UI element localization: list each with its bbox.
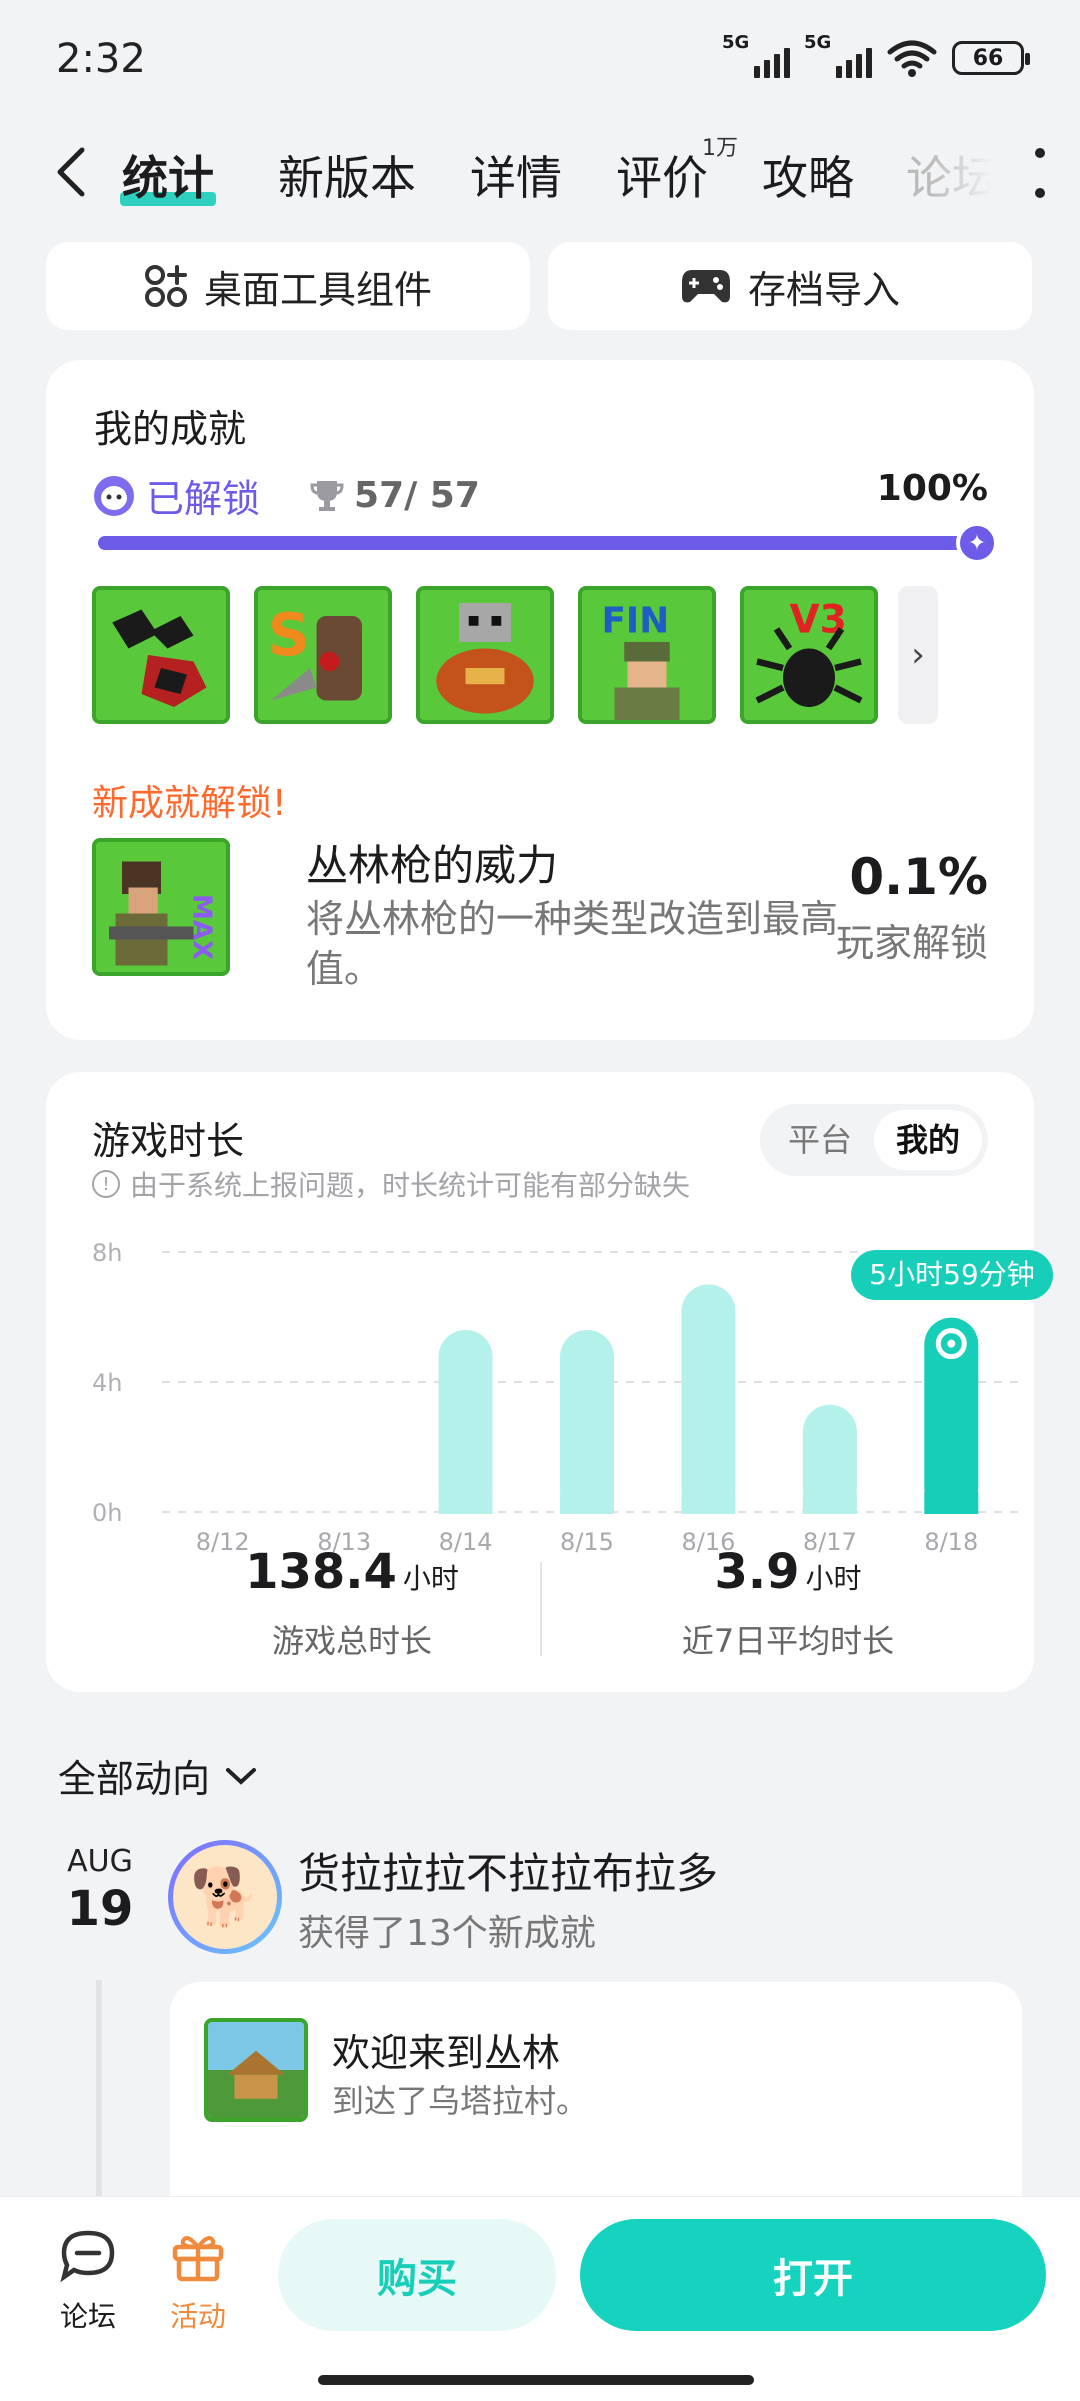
feed-date: AUG 19 [66, 1844, 134, 1937]
chart-bar-base [438, 1492, 493, 1514]
status-time: 2:32 [56, 36, 146, 82]
playtime-note: ! 由于系统上报问题，时长统计可能有部分缺失 [92, 1164, 690, 1204]
signal-icon: 5G [722, 32, 790, 78]
tab-reviews[interactable]: 评价 1万 [616, 136, 738, 208]
reviews-count-badge: 1万 [702, 136, 738, 161]
trophy-icon [310, 480, 344, 511]
status-icons: 5G 5G 66 [722, 32, 1030, 78]
achievement-thumb-scorpion[interactable] [92, 586, 230, 724]
bottom-action-bar: 论坛 活动 购买 打开 [0, 2196, 1080, 2401]
new-achievement-name: 丛林枪的威力 [306, 841, 559, 890]
home-indicator [318, 2375, 754, 2385]
achievement-percent: 100% [876, 468, 988, 509]
gift-icon [172, 2236, 224, 2282]
tab-details[interactable]: 详情 [470, 142, 562, 208]
chevron-down-icon [226, 1767, 257, 1785]
achievement-thumb-golem[interactable] [416, 586, 554, 724]
wifi-icon [887, 40, 937, 77]
battery-icon: 66 [952, 41, 1030, 75]
save-import-button[interactable]: 存档导入 [548, 242, 1032, 330]
status-bar: 2:32 5G 5G 66 [0, 0, 1080, 120]
y-tick-label: 8h [92, 1239, 122, 1267]
chart-bar-base [681, 1492, 736, 1514]
unlocked-mascot-icon [94, 475, 134, 516]
y-tick-label: 0h [92, 1499, 122, 1527]
playtime-title: 游戏时长 [92, 1119, 245, 1163]
open-button[interactable]: 打开 [580, 2219, 1046, 2331]
more-vertical-icon[interactable] [1030, 148, 1050, 198]
feed-username[interactable]: 货拉拉拉不拉拉布拉多 [298, 1840, 718, 1901]
avg-playtime-label: 近7日平均时长 [681, 1622, 895, 1660]
toggle-mine[interactable]: 我的 [873, 1110, 982, 1170]
progress-fill [98, 536, 982, 550]
avg-playtime: 3.9 小时 近7日平均时长 [588, 1544, 988, 1662]
signal-icon: 5G [804, 32, 872, 78]
chart-bar[interactable] [560, 1330, 614, 1514]
tab-header: 统计 新版本 详情 评价 1万 攻略 论坛 [0, 120, 1080, 232]
svg-text:FIN: FIN [602, 600, 670, 641]
forum-nav-button[interactable]: 论坛 [48, 2227, 128, 2335]
tab-guides[interactable]: 攻略 [762, 142, 854, 208]
info-icon: ! [92, 1170, 120, 1198]
svg-text:MAX: MAX [187, 894, 217, 960]
achievement-thumbs: S FIN V3 › [92, 586, 938, 724]
feed-filter-dropdown[interactable]: 全部动向 [58, 1748, 258, 1803]
avatar[interactable]: 🐕 [168, 1840, 282, 1954]
new-achievement-desc: 将丛林枪的一种类型改造到最高值。 [306, 897, 839, 991]
unlock-rate: 0.1% [849, 848, 988, 906]
achievement-thumb-v3-beetle[interactable]: V3 [740, 586, 878, 724]
forum-chat-icon [60, 2230, 115, 2283]
chevron-right-icon[interactable]: › [898, 586, 938, 724]
toggle-platform[interactable]: 平台 [766, 1110, 874, 1170]
avg-playtime-value: 3.9 [714, 1544, 800, 1600]
new-achievement-item[interactable]: MAX 丛林枪的威力 将丛林枪的一种类型改造到最高值。 0.1% 玩家解锁 [92, 838, 988, 991]
achievements-card[interactable]: 我的成就 已解锁 57/ 57 100% ✦ S FIN V3 › 新成就解锁!… [46, 360, 1034, 1040]
y-tick-label: 4h [92, 1369, 122, 1397]
unlocked-label: 已解锁 [146, 477, 261, 521]
shiba-avatar-icon: 🐕 [173, 1845, 277, 1949]
buy-button[interactable]: 购买 [278, 2219, 556, 2331]
playtime-toggle: 平台 我的 [759, 1104, 988, 1176]
achievement-thumb-fin[interactable]: FIN [578, 586, 716, 724]
total-playtime-value: 138.4 [245, 1544, 397, 1600]
feed-achievement-title: 欢迎来到丛林 [332, 2031, 561, 2075]
svg-text:S: S [268, 601, 310, 669]
activity-nav-button[interactable]: 活动 [158, 2227, 238, 2335]
back-arrow-icon[interactable] [44, 142, 104, 202]
feed-summary: 获得了13个新成就 [298, 1913, 596, 1954]
desktop-widget-button[interactable]: 桌面工具组件 [46, 242, 530, 330]
tab-stats[interactable]: 统计 [120, 142, 216, 208]
gamepad-icon [681, 270, 730, 303]
achievement-thumb-s-rank[interactable]: S [254, 586, 392, 724]
feed-achievement-thumb [204, 2018, 308, 2122]
achievement-count: 57/ 57 [354, 475, 480, 516]
new-achievement-thumb: MAX [92, 838, 230, 976]
new-achievement-label: 新成就解锁! [92, 783, 287, 824]
total-playtime-label: 游戏总时长 [271, 1622, 432, 1660]
chart-bar-base [560, 1492, 614, 1514]
achievement-progress-bar: ✦ [98, 522, 998, 564]
highlight-dot-center [947, 1339, 956, 1348]
tab-new-version[interactable]: 新版本 [278, 142, 416, 208]
feed-achievement-desc: 到达了乌塔拉村。 [332, 2082, 589, 2120]
timeline-line [96, 1980, 102, 2200]
chart-tooltip: 5小时59分钟 [851, 1249, 1053, 1300]
chart-bar-base [924, 1492, 979, 1514]
chart-bar[interactable] [438, 1330, 493, 1514]
sparkle-icon: ✦ [956, 522, 998, 564]
total-playtime: 138.4 小时 游戏总时长 [152, 1544, 552, 1662]
playtime-card: 游戏时长 ! 由于系统上报问题，时长统计可能有部分缺失 平台 我的 0h 4h 8h… [46, 1072, 1053, 1692]
unlock-rate-label: 玩家解锁 [835, 921, 988, 965]
chart-bar-base [802, 1492, 857, 1514]
widget-grid-icon [144, 265, 187, 307]
chart-bar[interactable] [681, 1284, 736, 1515]
achievements-title: 我的成就 [94, 407, 247, 451]
